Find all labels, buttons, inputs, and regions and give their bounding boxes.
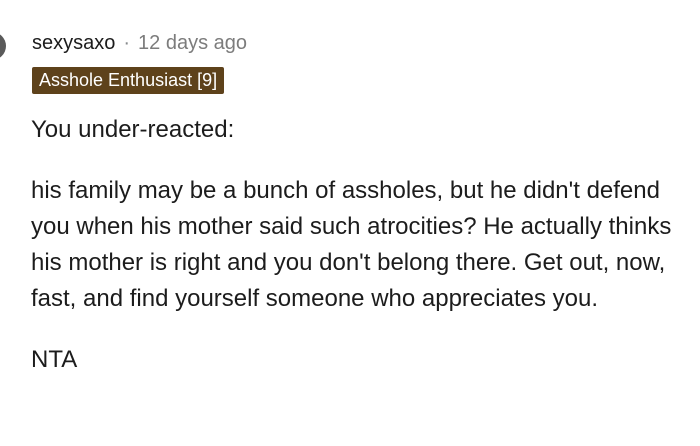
comment-paragraph-1: You under-reacted: — [31, 116, 235, 143]
avatar[interactable] — [0, 32, 6, 60]
comment-body: You under-reacted: his family may be a b… — [31, 112, 691, 378]
comment-paragraph-2: his family may be a bunch of assholes, b… — [31, 177, 672, 312]
username-link[interactable]: sexysaxo — [32, 32, 115, 55]
timestamp-link[interactable]: 12 days ago — [138, 32, 247, 55]
comment-header: sexysaxo · 12 days ago — [32, 30, 247, 56]
comment-paragraph-3: NTA — [31, 346, 78, 373]
user-flair-badge: Asshole Enthusiast [9] — [32, 67, 225, 94]
user-flair-text: Asshole Enthusiast [9] — [39, 70, 218, 90]
separator-dot: · — [123, 31, 131, 54]
